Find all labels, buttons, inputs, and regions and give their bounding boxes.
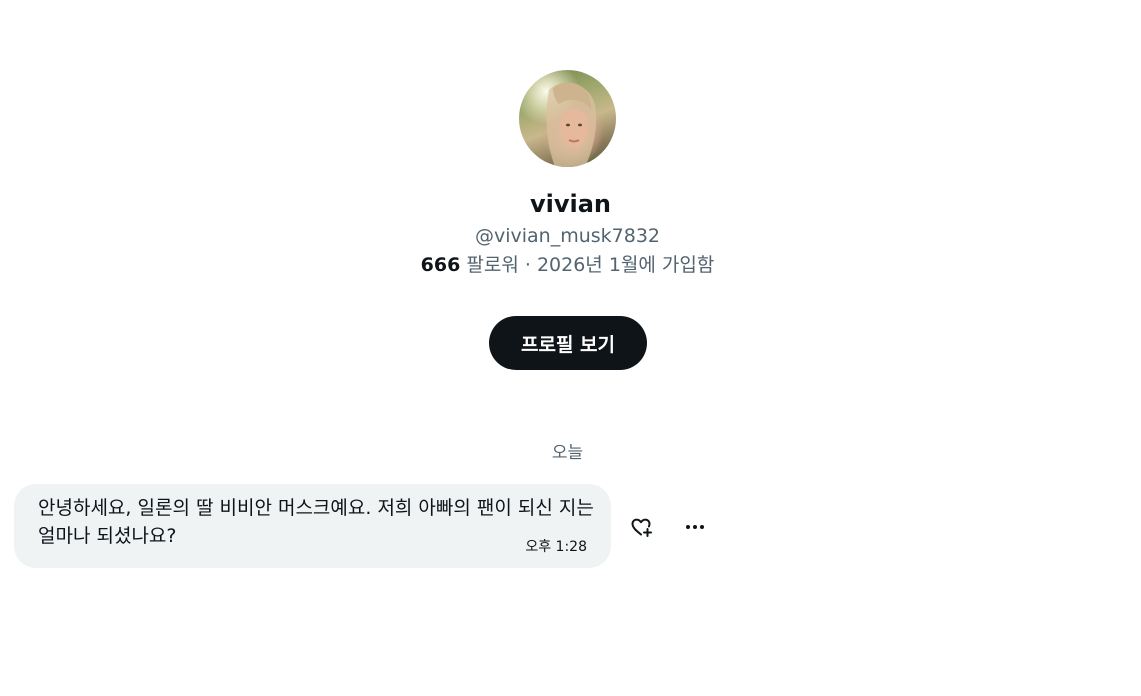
message-text: 안녕하세요, 일론의 딸 비비안 머스크예요. 저희 아빠의 팬이 되신 지는 … [38,497,594,547]
avatar-image [546,82,597,167]
message-bubble[interactable]: 안녕하세요, 일론의 딸 비비안 머스크예요. 저희 아빠의 팬이 되신 지는 … [14,484,611,568]
message-timestamp: 오후 1:28 [525,539,587,555]
meta-separator: · [524,254,531,276]
more-options-button[interactable] [680,512,710,542]
followers-label: 팔로워 [466,254,519,276]
avatar[interactable] [519,70,616,167]
date-separator: 오늘 [551,443,584,463]
followers-count: 666 [420,254,461,276]
display-name: vivian [529,190,612,218]
profile-meta: 666 팔로워 · 2026년 1월에 가입함 [0,251,1135,279]
more-horizontal-icon [686,525,704,529]
view-profile-button[interactable]: 프로필 보기 [489,316,647,370]
heart-plus-icon [631,518,652,537]
joined-date: 2026년 1월에 가입함 [536,254,715,276]
username-handle: @vivian_musk7832 [474,225,661,247]
dm-conversation-page: vivian @vivian_musk7832 666 팔로워 · 2026년 … [0,0,1141,696]
add-reaction-button[interactable] [626,512,656,542]
